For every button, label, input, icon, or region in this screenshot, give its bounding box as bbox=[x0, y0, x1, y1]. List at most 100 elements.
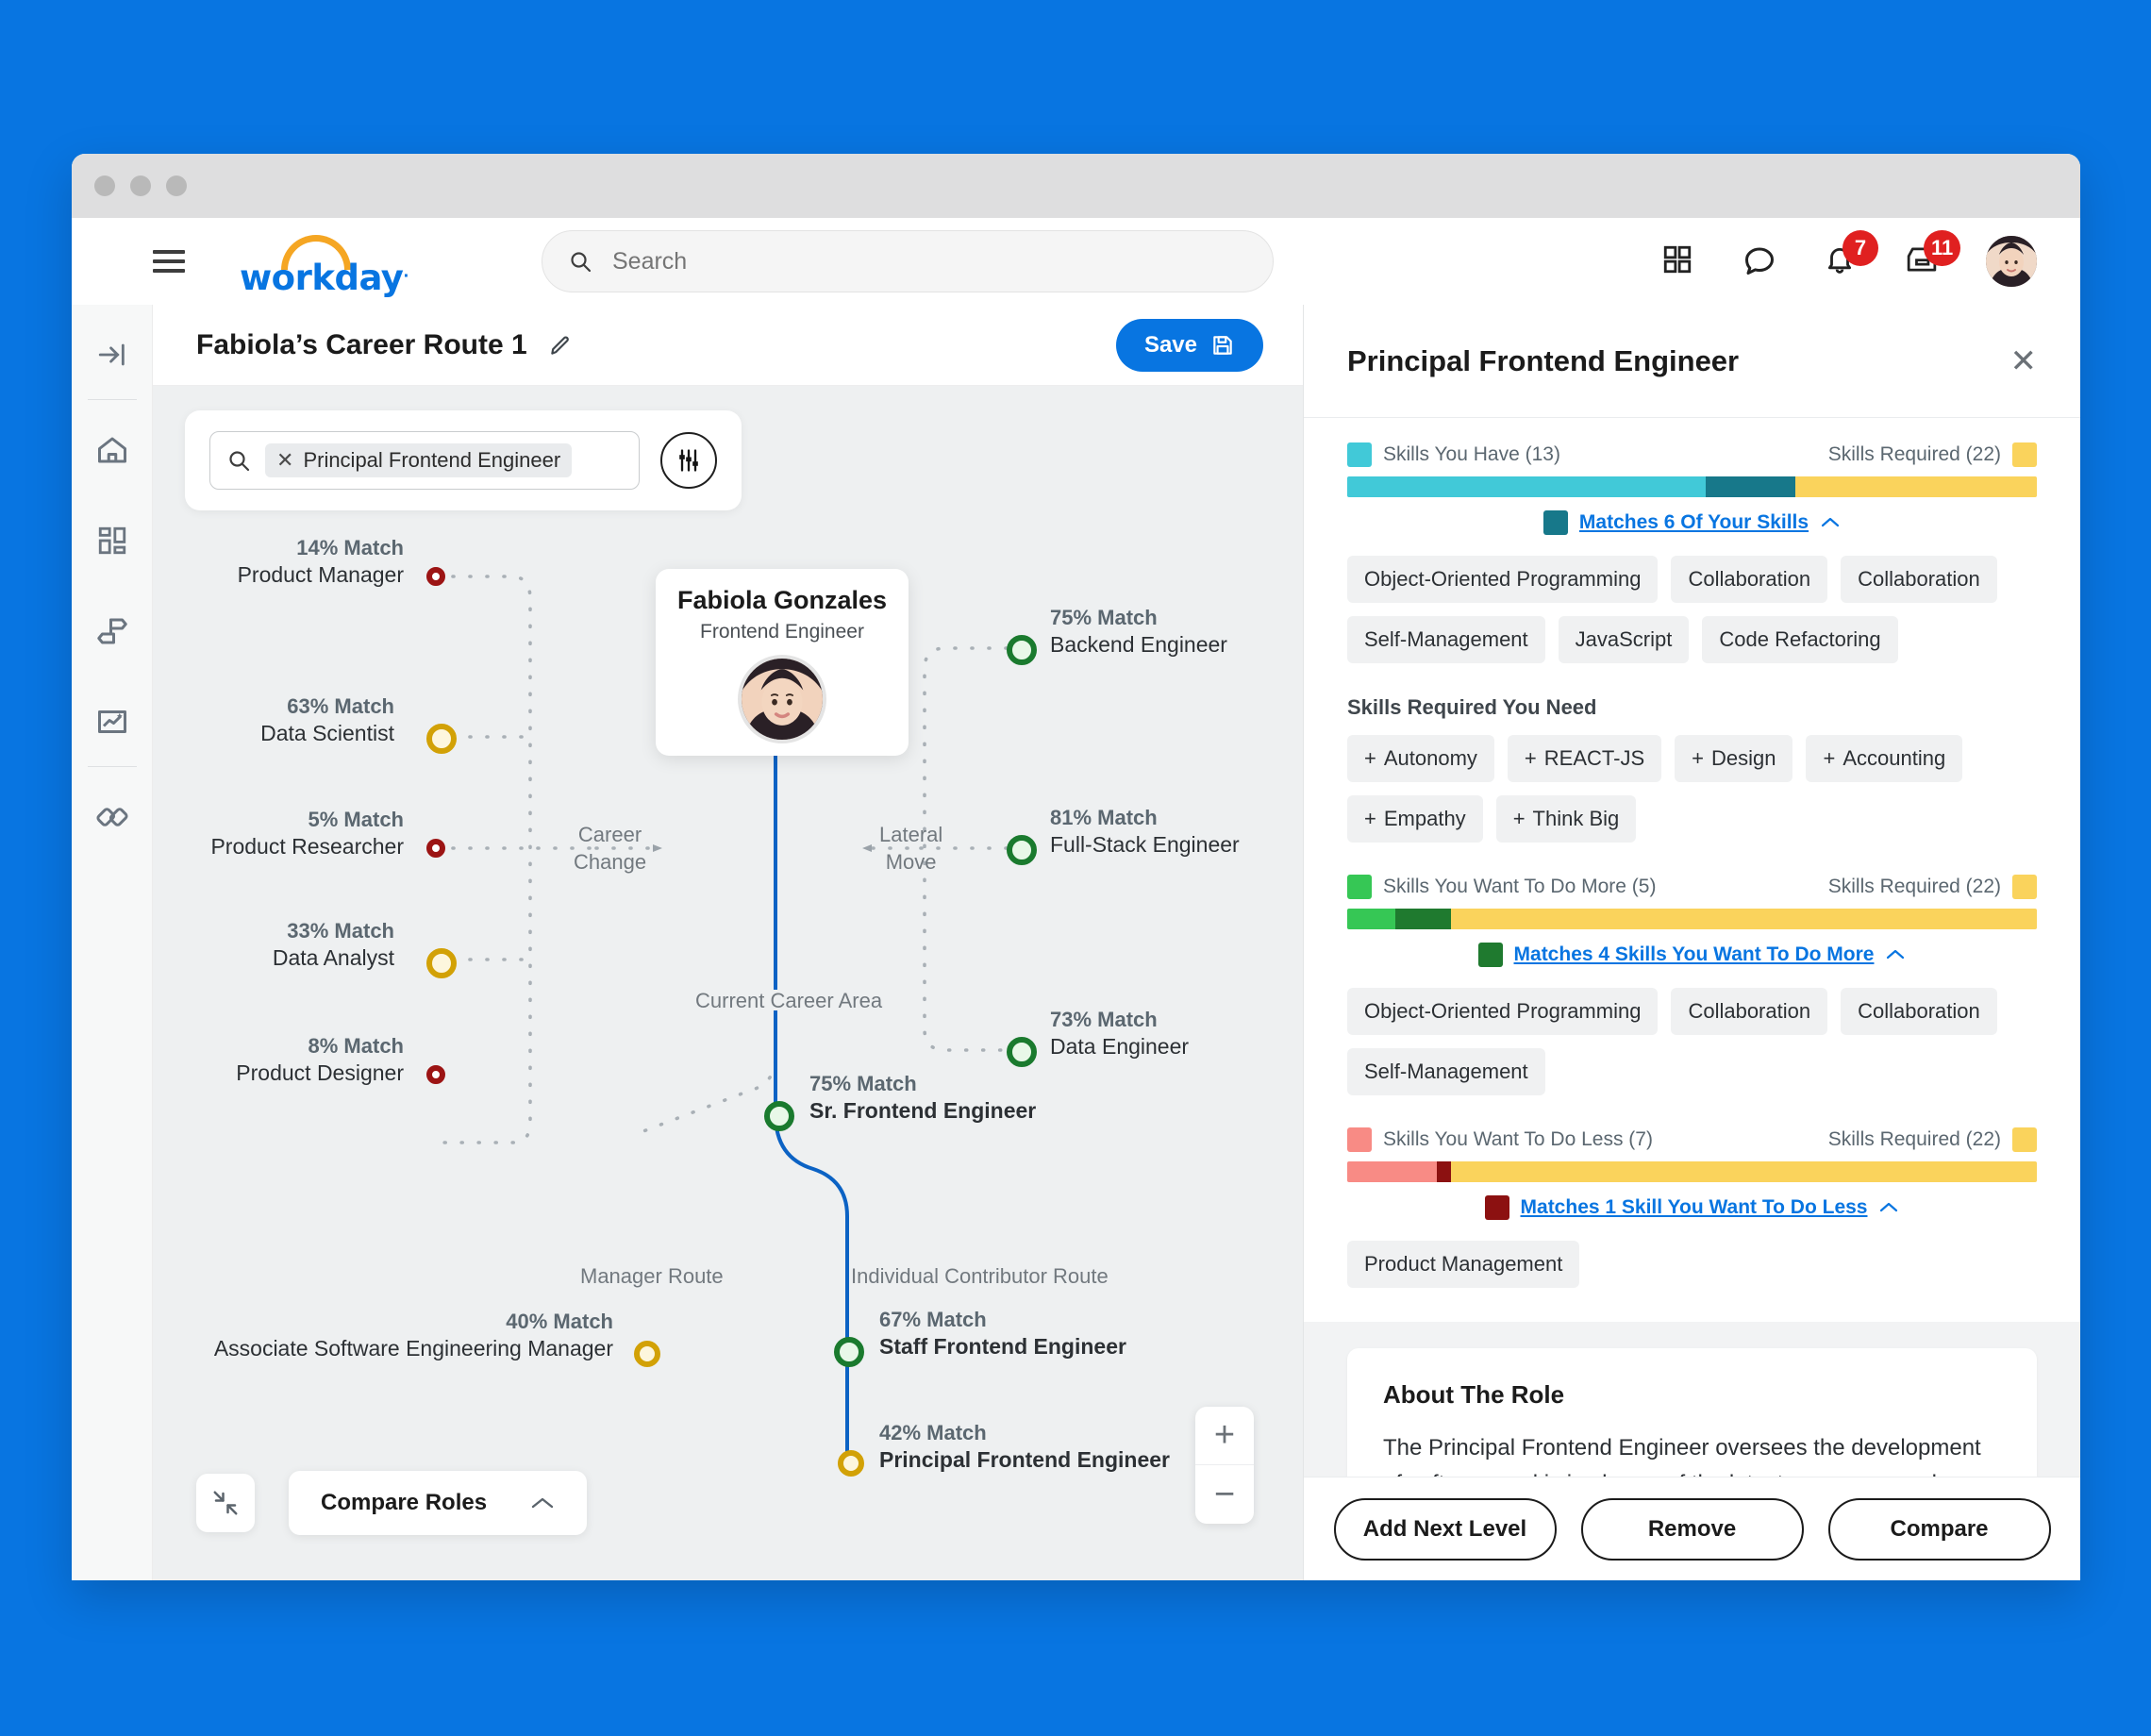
add-skill-chip[interactable]: + Think Big bbox=[1495, 795, 1637, 843]
rail-divider-2 bbox=[87, 766, 137, 767]
sidebar-item-collapse[interactable] bbox=[91, 333, 134, 376]
node-dot bbox=[634, 1341, 660, 1367]
node-role: Associate Software Engineering Manager bbox=[213, 1335, 613, 1360]
node-role: Data Engineer bbox=[1050, 1033, 1190, 1059]
bar-segment-want-more bbox=[1347, 909, 1396, 929]
search-input[interactable] bbox=[612, 247, 1246, 275]
current-person-card[interactable]: Fabiola Gonzales Frontend Engineer bbox=[656, 569, 909, 756]
brand-dot: . bbox=[403, 262, 409, 281]
node-match: 63% Match bbox=[287, 694, 394, 718]
close-icon[interactable]: ✕ bbox=[276, 450, 293, 471]
inbox-icon[interactable]: 11 bbox=[1905, 230, 1961, 279]
window-minimize-dot[interactable] bbox=[130, 175, 151, 196]
bar-segment-overlap bbox=[1706, 476, 1796, 497]
apps-grid-icon[interactable] bbox=[1661, 243, 1697, 279]
edge-label-manager-route: Manager Route bbox=[580, 1264, 724, 1288]
add-next-level-button[interactable]: Add Next Level bbox=[1333, 1497, 1557, 1561]
role-search-field[interactable]: ✕ Principal Frontend Engineer bbox=[209, 431, 640, 490]
hamburger-icon[interactable] bbox=[153, 250, 185, 273]
filter-button[interactable] bbox=[660, 432, 717, 489]
skill-chip[interactable]: Self-Management bbox=[1347, 616, 1545, 663]
node-match: 67% Match bbox=[879, 1308, 987, 1331]
legend-swatch-have bbox=[1347, 442, 1372, 467]
node-match: 75% Match bbox=[809, 1072, 917, 1095]
add-skill-chip[interactable]: + REACT-JS bbox=[1507, 735, 1662, 782]
window-maximize-dot[interactable] bbox=[166, 175, 187, 196]
matches-link[interactable]: Matches 1 Skill You Want To Do Less bbox=[1521, 1196, 1868, 1219]
chevron-up-icon[interactable] bbox=[1878, 1201, 1899, 1214]
compare-roles-label: Compare Roles bbox=[321, 1490, 488, 1515]
skill-chip[interactable]: Object-Oriented Programming bbox=[1347, 988, 1659, 1035]
skill-chip-list-want-less: Product Management bbox=[1347, 1241, 2037, 1288]
legend-label-right: Skills Required (22) bbox=[1827, 1128, 2001, 1150]
sidebar-item-home[interactable] bbox=[91, 428, 134, 472]
node-match: 75% Match bbox=[1050, 606, 1158, 629]
career-graph[interactable]: ✕ Principal Frontend Engineer 14% Match … bbox=[153, 386, 1303, 1580]
panel-content[interactable]: Skills You Have (13) Skills Required (22… bbox=[1304, 418, 2080, 1477]
selected-role-chip[interactable]: ✕ Principal Frontend Engineer bbox=[265, 443, 573, 477]
chevron-up-icon[interactable] bbox=[1820, 516, 1841, 529]
skill-chip[interactable]: Collaboration bbox=[1671, 556, 1828, 603]
chevron-up-icon[interactable] bbox=[1885, 948, 1906, 961]
sidebar-item-apps[interactable] bbox=[91, 519, 134, 562]
skill-chip[interactable]: Product Management bbox=[1347, 1241, 1580, 1288]
page-title: Fabiola’s Career Route 1 bbox=[196, 328, 527, 360]
remove-button[interactable]: Remove bbox=[1580, 1497, 1804, 1561]
person-title: Frontend Engineer bbox=[700, 621, 864, 643]
skill-chip[interactable]: Collaboration bbox=[1841, 556, 1997, 603]
node-role: Backend Engineer bbox=[1050, 631, 1227, 657]
skill-chip[interactable]: Code Refactoring bbox=[1702, 616, 1898, 663]
sidebar-item-insights[interactable] bbox=[91, 700, 134, 743]
zoom-controls: + − bbox=[1195, 1407, 1254, 1524]
skill-chip[interactable]: Object-Oriented Programming bbox=[1347, 556, 1659, 603]
bell-icon[interactable]: 7 bbox=[1824, 230, 1878, 279]
sidebar-item-links[interactable] bbox=[91, 795, 134, 839]
matches-link[interactable]: Matches 4 Skills You Want To Do More bbox=[1514, 943, 1875, 966]
compare-roles-button[interactable]: Compare Roles bbox=[289, 1471, 588, 1535]
legend-swatch-want-more bbox=[1347, 875, 1372, 899]
sidebar-item-career[interactable] bbox=[91, 609, 134, 653]
browser-window: workday. 7 11 bbox=[72, 154, 2080, 1580]
window-titlebar bbox=[72, 154, 2080, 218]
add-skill-chip[interactable]: + Empathy bbox=[1347, 795, 1483, 843]
skill-chip[interactable]: Collaboration bbox=[1841, 988, 1997, 1035]
add-skill-chip[interactable]: + Design bbox=[1675, 735, 1793, 782]
node-dot bbox=[426, 839, 445, 858]
legend-label-right: Skills Required (22) bbox=[1827, 443, 2001, 465]
node-dot bbox=[1007, 635, 1037, 665]
plus-icon: + bbox=[1364, 746, 1376, 770]
window-close-dot[interactable] bbox=[94, 175, 115, 196]
save-button[interactable]: Save bbox=[1115, 318, 1263, 372]
matches-link[interactable]: Matches 6 Of Your Skills bbox=[1579, 511, 1809, 534]
rail-divider bbox=[87, 399, 137, 400]
skill-chip[interactable]: Collaboration bbox=[1671, 988, 1828, 1035]
node-dot bbox=[426, 724, 457, 754]
app-header: workday. 7 11 bbox=[72, 218, 2080, 305]
compare-button[interactable]: Compare bbox=[1827, 1497, 2051, 1561]
workday-logo[interactable]: workday. bbox=[240, 235, 409, 298]
skill-chip[interactable]: Self-Management bbox=[1347, 1048, 1545, 1095]
global-search[interactable] bbox=[542, 230, 1274, 292]
zoom-out-button[interactable]: − bbox=[1195, 1465, 1254, 1524]
skill-chip[interactable]: JavaScript bbox=[1558, 616, 1690, 663]
node-dot bbox=[1007, 1037, 1037, 1067]
fit-to-screen-button[interactable] bbox=[196, 1474, 255, 1532]
node-role: Principal Frontend Engineer bbox=[879, 1446, 1170, 1472]
add-skill-chip[interactable]: + Accounting bbox=[1806, 735, 1963, 782]
zoom-in-button[interactable]: + bbox=[1195, 1407, 1254, 1465]
add-skill-chip[interactable]: + Autonomy bbox=[1347, 735, 1494, 782]
node-match: 81% Match bbox=[1050, 806, 1158, 829]
header-icons: 7 11 bbox=[1661, 230, 2037, 287]
save-button-label: Save bbox=[1143, 331, 1197, 358]
chat-bubble-icon[interactable] bbox=[1742, 243, 1778, 279]
user-avatar[interactable] bbox=[1986, 236, 2037, 287]
node-match: 40% Match bbox=[506, 1310, 613, 1333]
match-link-row: Matches 4 Skills You Want To Do More bbox=[1347, 943, 2037, 967]
close-icon[interactable]: ✕ bbox=[2010, 345, 2038, 377]
legend-row: Skills You Want To Do Less (7) Skills Re… bbox=[1347, 1127, 2037, 1152]
pencil-icon[interactable] bbox=[548, 333, 573, 358]
match-link-row: Matches 1 Skill You Want To Do Less bbox=[1347, 1195, 2037, 1220]
plus-icon: + bbox=[1692, 746, 1704, 770]
legend-label-left: Skills You Have (13) bbox=[1383, 443, 1560, 465]
bar-segment-required bbox=[1450, 1161, 2037, 1182]
